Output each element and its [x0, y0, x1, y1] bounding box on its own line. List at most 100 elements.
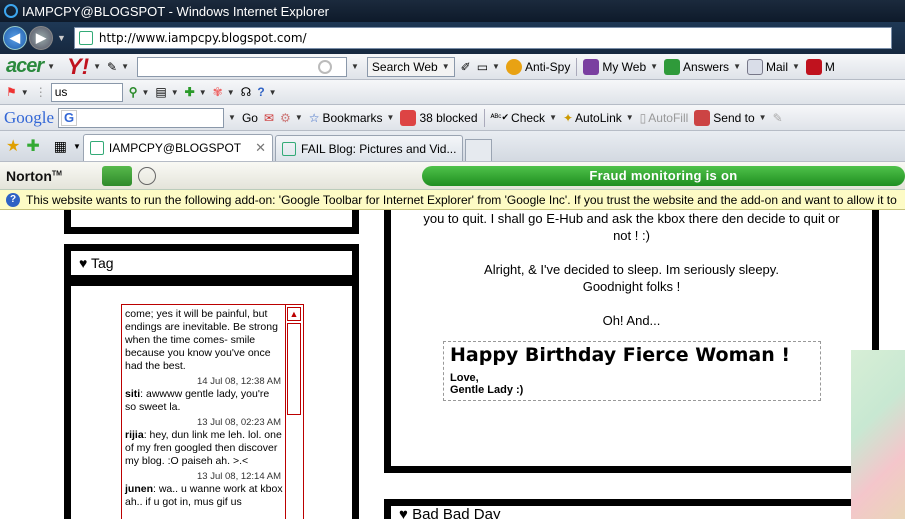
norton-toolbar: NortonTM Fraud monitoring is on: [0, 162, 905, 190]
post-line: [394, 244, 869, 261]
add-favorite-icon[interactable]: ✚: [26, 136, 39, 156]
tagboard[interactable]: come; yes it will be painful, but ending…: [121, 304, 304, 519]
search-toolbar: ⚑ ▼ ⋮ us ⚲ ▼ ▤ ▼ ✚ ▼ ✾ ▼ ☊ ? ▼: [0, 80, 905, 105]
tab-label: FAIL Blog: Pictures and Vid...: [301, 141, 457, 156]
google-logo[interactable]: Google: [4, 108, 54, 128]
answers-button[interactable]: Answers ▼: [664, 58, 741, 75]
yahoo-search-input[interactable]: [136, 56, 347, 77]
birthday-box: Happy Birthday Fierce Woman ! Love, Gent…: [443, 341, 821, 401]
yahoo-dropdown-icon[interactable]: ▼: [93, 62, 101, 71]
forward-button[interactable]: ▶: [29, 26, 53, 50]
globe-icon[interactable]: [137, 166, 156, 185]
search-web-button[interactable]: Search Web ▼: [366, 56, 455, 77]
my-web-button[interactable]: My Web ▼: [583, 58, 658, 75]
separator: [576, 57, 578, 76]
toolbar-search-input[interactable]: us: [50, 82, 123, 102]
my-web-icon: [583, 58, 600, 75]
popup-blocker-button[interactable]: 38 blocked: [400, 109, 478, 126]
search-icon: [317, 59, 332, 74]
separator: [483, 108, 485, 127]
favorites-star-icon[interactable]: ★: [6, 136, 20, 156]
title-bar: IAMPCPY@BLOGSPOT - Windows Internet Expl…: [0, 0, 905, 22]
yahoo-logo[interactable]: Y!: [67, 54, 89, 79]
send-to-button[interactable]: Send to ▼: [694, 109, 767, 126]
tab-bar: ★ ✚ ▦ ▼ IAMPCPY@BLOGSPOT ✕ FAIL Blog: Pi…: [0, 131, 905, 162]
tab-iampcpy[interactable]: IAMPCPY@BLOGSPOT ✕: [82, 134, 274, 161]
quick-tabs-icon[interactable]: ▦: [54, 138, 67, 155]
spell-check-button[interactable]: ᴬᴮᶜ✔ Check ▼: [491, 111, 557, 125]
addon-information-bar[interactable]: ? This website wants to run the followin…: [0, 190, 905, 210]
norton-logo[interactable]: NortonTM: [6, 168, 62, 184]
scroll-thumb[interactable]: [287, 323, 301, 415]
page-icon: [282, 141, 297, 156]
add-icon[interactable]: ✚ ▼: [185, 85, 207, 99]
answers-icon: [664, 58, 681, 75]
tag-message: come; yes it will be painful, but ending…: [125, 308, 278, 372]
popup-icon[interactable]: ✉: [264, 111, 274, 125]
wrench-icon[interactable]: ✎: [773, 111, 783, 125]
page-icon: [78, 31, 93, 45]
norton-monitor-icon[interactable]: [102, 165, 132, 186]
send-icon: [694, 109, 711, 126]
google-search-input[interactable]: G: [58, 107, 225, 128]
tagboard-messages: come; yes it will be painful, but ending…: [125, 308, 283, 511]
google-search-dropdown-icon[interactable]: ▼: [228, 113, 236, 122]
birthday-title: Happy Birthday Fierce Woman !: [450, 344, 791, 366]
close-tab-icon[interactable]: ✕: [255, 140, 266, 156]
layout-icon[interactable]: ▤ ▼: [155, 85, 178, 99]
new-tab-button[interactable]: [465, 139, 493, 161]
mail-button[interactable]: Mail ▼: [746, 58, 800, 75]
search-go-icon[interactable]: ⚲ ▼: [129, 85, 150, 99]
next-post-box: ♥ Bad Bad Day: [384, 499, 879, 519]
search-web-label: Search Web: [371, 59, 438, 74]
autofill-icon: ▯: [639, 110, 647, 125]
more-label: M: [824, 59, 835, 74]
info-message: This website wants to run the following …: [26, 192, 897, 207]
window-title: IAMPCPY@BLOGSPOT - Windows Internet Expl…: [22, 3, 329, 19]
tag-title: ♥ Tag: [79, 255, 114, 271]
settings-icon[interactable]: ⚙ ▼: [280, 111, 303, 125]
answers-label: Answers: [683, 59, 730, 74]
back-button[interactable]: ◀: [3, 26, 27, 50]
headset-icon[interactable]: ☊: [241, 85, 252, 99]
wand-icon: ✦: [562, 110, 574, 125]
autofill-label: AutoFill: [648, 110, 689, 125]
norton-label: Norton: [6, 167, 52, 184]
search-history-dropdown-icon[interactable]: ▼: [351, 62, 359, 71]
signature-line: Love,: [450, 372, 479, 384]
address-url[interactable]: http://www.iampcpy.blogspot.com/: [99, 31, 307, 45]
acer-logo[interactable]: acer: [6, 55, 44, 78]
autolink-button[interactable]: ✦ AutoLink ▼: [563, 111, 634, 125]
background-artwork: [851, 350, 905, 519]
windows-flag-icon[interactable]: ⚑ ▼: [6, 85, 29, 99]
fraud-monitoring-status[interactable]: Fraud monitoring is on: [421, 165, 905, 186]
recent-pages-dropdown-icon[interactable]: ▼: [57, 33, 66, 43]
post-line: [394, 295, 869, 312]
blocker-icon: [400, 109, 417, 126]
highlight-icon[interactable]: ✐: [461, 60, 471, 74]
scroll-up-arrow-icon[interactable]: ▲: [287, 307, 301, 321]
pencil-icon[interactable]: ✎ ▼: [107, 60, 129, 74]
web-page: ♥ Tag come; yes it will be painful, but …: [0, 210, 905, 519]
ie-logo-icon: [4, 4, 18, 18]
acer-dropdown-icon[interactable]: ▼: [47, 62, 55, 71]
butterfly-icon[interactable]: ✾ ▼: [213, 85, 235, 99]
post-line: not ! :): [613, 228, 650, 243]
go-button[interactable]: Go: [242, 111, 258, 125]
autolink-label: AutoLink: [575, 110, 622, 125]
window-icon[interactable]: ▭ ▼: [477, 60, 500, 74]
anti-spy-button[interactable]: Anti-Spy: [505, 58, 570, 75]
blocked-label: 38 blocked: [419, 110, 478, 125]
tab-list-dropdown-icon[interactable]: ▼: [73, 142, 81, 151]
more-button[interactable]: M: [805, 58, 835, 75]
next-post-title: ♥ Bad Bad Day: [399, 506, 501, 519]
google-logo-text: Google: [4, 107, 55, 127]
tab-fail-blog[interactable]: FAIL Blog: Pictures and Vid...: [275, 135, 464, 161]
yahoo-toolbar: acer ▼ Y! ▼ ✎ ▼ ▼ Search Web ▼ ✐ ▭ ▼ Anti-S…: [0, 54, 905, 80]
address-bar[interactable]: http://www.iampcpy.blogspot.com/: [73, 27, 892, 49]
bookmarks-button[interactable]: ☆ Bookmarks ▼: [309, 111, 395, 125]
help-icon[interactable]: ? ▼: [257, 85, 276, 99]
star-icon: ☆: [308, 110, 320, 125]
autofill-button[interactable]: ▯ AutoFill: [640, 111, 689, 125]
tagboard-scrollbar[interactable]: ▲: [285, 305, 303, 519]
